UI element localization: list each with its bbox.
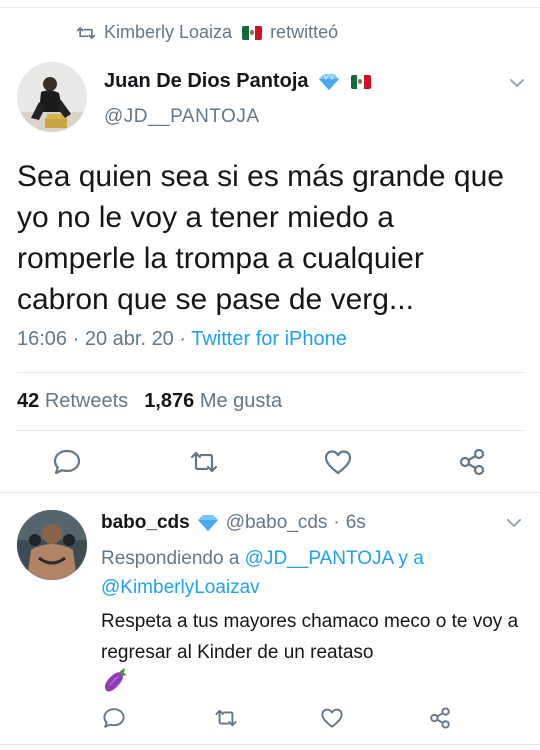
divider <box>17 372 525 373</box>
meta-separator: · <box>179 328 192 350</box>
bottom-divider <box>0 744 540 745</box>
retweet-action-label: retwitteó <box>270 22 339 42</box>
reply-display-name[interactable]: babo_cds <box>101 512 190 534</box>
retweeter-name[interactable]: Kimberly Loaiza <box>104 22 232 43</box>
heart-icon[interactable] <box>323 447 353 477</box>
meta-separator: · <box>72 328 85 350</box>
mexico-flag-icon <box>242 25 263 40</box>
chevron-down-icon[interactable] <box>509 78 525 88</box>
replying-to: Respondiendo a @JD__PANTOJA y a @Kimberl… <box>101 544 521 602</box>
reply-action-bar <box>0 702 540 736</box>
retweet-icon[interactable] <box>214 706 238 730</box>
likes-label: Me gusta <box>199 390 283 412</box>
tweet-meta: 16:06 · 20 abr. 20 · Twitter for iPhone <box>17 328 347 351</box>
chevron-down-icon[interactable] <box>506 518 522 528</box>
retweets-stat[interactable]: 42 Retweets <box>17 390 128 413</box>
author-display-name[interactable]: Juan De Dios Pantoja <box>104 70 309 93</box>
reply-avatar-image <box>17 510 87 580</box>
tweet-date[interactable]: 20 abr. 20 <box>85 328 174 350</box>
section-divider <box>0 492 540 493</box>
divider <box>17 430 525 431</box>
reply-icon[interactable] <box>52 447 82 477</box>
eggplant-emoji-icon <box>104 668 127 692</box>
tweet-stats: 42 Retweets 1,876 Me gusta <box>17 390 282 413</box>
retweets-count: 42 <box>17 390 40 412</box>
retweet-context[interactable]: Kimberly Loaiza retwitteó <box>76 22 338 43</box>
replying-prefix: Respondiendo a <box>101 548 240 569</box>
likes-stat[interactable]: 1,876 Me gusta <box>144 390 282 413</box>
mention-link[interactable]: @JD__PANTOJA <box>245 548 393 569</box>
avatar-image <box>17 62 87 132</box>
mention-link[interactable]: @KimberlyLoaizav <box>101 577 260 598</box>
top-divider <box>0 0 540 8</box>
reply-icon[interactable] <box>102 706 126 730</box>
share-icon[interactable] <box>428 706 452 730</box>
reply-handle[interactable]: @babo_cds <box>226 512 328 534</box>
mention-joiner: y a <box>398 548 424 569</box>
avatar[interactable] <box>17 62 87 132</box>
reply-header: babo_cds @babo_cds · 6s <box>101 512 366 534</box>
tweet-text: Sea quien sea si es más grande que yo no… <box>17 160 504 316</box>
tweet-time[interactable]: 16:06 <box>17 328 67 350</box>
retweet-icon[interactable] <box>189 447 219 477</box>
tweet-author-row[interactable]: Juan De Dios Pantoja <box>104 70 371 93</box>
retweets-label: Retweets <box>44 390 129 412</box>
mexico-flag-icon <box>350 74 371 89</box>
likes-count: 1,876 <box>144 390 195 412</box>
meta-separator: · <box>333 512 340 533</box>
author-handle[interactable]: @JD__PANTOJA <box>104 106 260 128</box>
tweet-source[interactable]: Twitter for iPhone <box>191 328 347 350</box>
tweet-action-bar <box>0 440 540 484</box>
share-icon[interactable] <box>457 447 487 477</box>
reply-avatar[interactable] <box>17 510 87 580</box>
retweet-context-icon <box>76 26 96 39</box>
diamond-emoji-icon <box>318 72 339 90</box>
reply-time: 6s <box>345 512 366 533</box>
heart-icon[interactable] <box>320 706 344 730</box>
diamond-emoji-icon <box>197 515 218 531</box>
reply-text: Respeta a tus mayores chamaco meco o te … <box>101 611 519 663</box>
